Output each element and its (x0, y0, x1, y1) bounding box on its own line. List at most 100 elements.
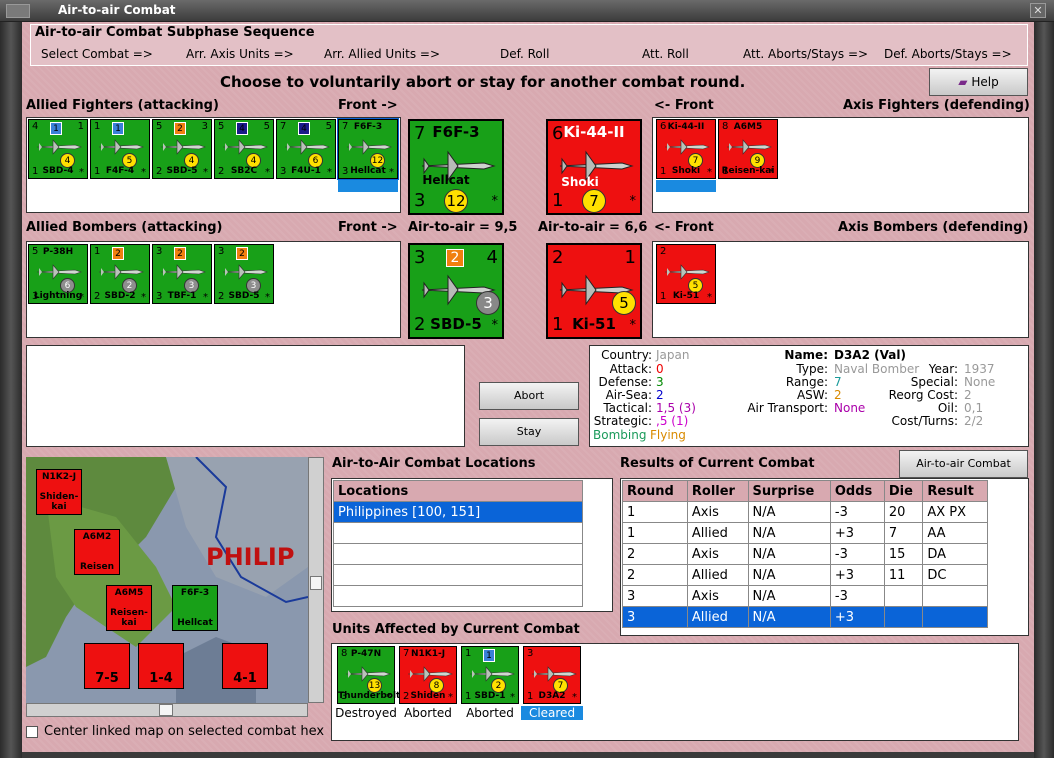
locations-header: Locations (333, 480, 583, 502)
results-cell: Allied (686, 606, 749, 628)
strategic-value: ,5 (1) (656, 414, 689, 428)
location-row-selected[interactable]: Philippines [100, 151] (333, 501, 583, 523)
allied-bomber-counter[interactable]: 3 2 3 3 * TBF-1 (152, 244, 212, 304)
map-unit-f6f3[interactable]: F6F-3 Hellcat (172, 585, 218, 631)
axis-bomber-front-counter[interactable]: 2 1 1 * 5 Ki-51 (546, 243, 642, 339)
results-cell: N/A (747, 585, 831, 607)
affected-unit-counter[interactable]: 8 P-47N 13 3 * Thunderbolt (337, 646, 401, 704)
results-row[interactable]: 1 Allied N/A +3 7 AA (622, 522, 988, 544)
counter-badge: 1 (483, 649, 495, 662)
cost-label: Cost/Turns: (891, 414, 958, 428)
results-cell: AX PX (922, 501, 988, 523)
allied-bomber-counter[interactable]: 5 P-38H 6 3 * Lightning (28, 244, 88, 304)
results-cell: N/A (747, 501, 831, 523)
counter-name: SB2C (230, 166, 258, 176)
map-hscroll-thumb[interactable] (159, 704, 173, 716)
map-unit-name: Reisen-kai (110, 608, 148, 628)
close-icon[interactable]: ✕ (1030, 3, 1046, 18)
counter-attack: 5 (156, 121, 163, 132)
allied-bomber-counter[interactable]: 1 2 2 2 * SBD-2 (90, 244, 150, 304)
results-row[interactable]: 3 Axis N/A -3 (622, 585, 988, 607)
allied-fighter-counter[interactable]: 5 3 2 4 2 * SBD-5 (152, 119, 212, 179)
affected-unit-status: Aborted (466, 706, 514, 720)
results-row[interactable]: 2 Axis N/A -3 15 DA (622, 543, 988, 565)
special-label: Special: (910, 375, 958, 389)
results-row[interactable]: 3 Allied N/A +3 (622, 606, 988, 628)
allied-fighters-label: Allied Fighters (attacking) (26, 98, 219, 113)
axis-fighter-counter[interactable]: 8 A6M5 9 1 * Reisen-kai (718, 119, 778, 179)
allied-fighter-counter[interactable]: 1 1 5 1 * F4F-4 (90, 119, 150, 179)
map-unit-type: N1K2-J (41, 472, 77, 482)
counter-name: Hellcat (350, 166, 386, 176)
results-row[interactable]: 2 Allied N/A +3 11 DC (622, 564, 988, 586)
location-row[interactable] (333, 522, 583, 544)
allied-fighter-front-counter[interactable]: 7 3 * 12 F6F-3 Hellcat (408, 119, 504, 215)
counter-badge: 2 (236, 247, 248, 260)
locations-title: Air-to-Air Combat Locations (332, 456, 536, 471)
defense-label: Defense: (598, 375, 652, 389)
center-map-checkbox[interactable] (26, 726, 38, 738)
stay-button[interactable]: Stay (479, 418, 579, 446)
location-row[interactable] (333, 543, 583, 565)
affected-unit-counter[interactable]: 7 N1K1-J 8 2 * Shiden (399, 646, 457, 704)
allied-fighter-counter[interactable]: 5 5 4 4 2 * SB2C (214, 119, 274, 179)
results-cell: N/A (747, 522, 831, 544)
reorg-label: Reorg Cost: (888, 388, 958, 402)
axis-bomber-counter[interactable]: 2 5 1 * Ki-51 (656, 244, 716, 304)
right-frame (1034, 22, 1054, 758)
counter-attack: 2 (552, 247, 564, 268)
map-vscroll-thumb[interactable] (310, 576, 322, 590)
axis-fighter-front-counter[interactable]: 6 1 * 7 Ki-44-II Shoki (546, 119, 642, 215)
counter-badge: 2 (446, 249, 464, 267)
map-corps-2[interactable]: 1-4 (138, 643, 184, 689)
step-att-roll: Att. Roll (642, 47, 689, 61)
affected-unit-counter[interactable]: 3 7 1 * D3A2 (523, 646, 581, 704)
location-row[interactable] (333, 564, 583, 586)
counter-name: Shoki (671, 166, 701, 176)
counter-name: Thunderbolt (338, 691, 401, 701)
year-value: 1937 (964, 362, 995, 376)
plane-icon (664, 139, 710, 155)
help-button[interactable]: ▰ Help (929, 68, 1028, 96)
asw-value: 2 (834, 388, 842, 402)
counter-attack: 3 (414, 247, 426, 268)
counter-defense: 3 (414, 190, 426, 211)
results-cell: Allied (686, 564, 749, 586)
counter-badge: 1 (112, 122, 124, 135)
results-row[interactable]: 1 Axis N/A -3 20 AX PX (622, 501, 988, 523)
allied-bomber-front-counter[interactable]: 3 4 2 * 2 3 SBD-5 (408, 243, 504, 339)
locations-table: Locations Philippines [100, 151] (333, 480, 583, 607)
allied-fighter-counter[interactable]: 4 1 1 4 1 * SBD-4 (28, 119, 88, 179)
map-horizontal-scrollbar[interactable] (26, 703, 308, 717)
map-unit-a6m5[interactable]: A6M5 Reisen-kai (106, 585, 152, 631)
subphase-heading: Air-to-air Combat Subphase Sequence (35, 25, 315, 40)
name-value: D3A2 (Val) (834, 348, 906, 362)
window-menu-icon[interactable] (6, 4, 30, 18)
results-cell: AA (922, 522, 988, 544)
map-corps-3[interactable]: 4-1 (222, 643, 268, 689)
plane-icon (160, 139, 206, 155)
results-cell: N/A (747, 564, 831, 586)
allied-fighter-counter[interactable]: 7 F6F-3 12 3 * Hellcat (337, 118, 399, 180)
map-corps-1[interactable]: 7-5 (84, 643, 130, 689)
linked-map[interactable]: PHILIP N1K2-J Shiden-kai A6M2 Reisen A6M5 R… (26, 457, 308, 703)
abort-button[interactable]: Abort (479, 382, 579, 410)
map-unit-n1k2j[interactable]: N1K2-J Shiden-kai (36, 469, 82, 515)
attack-value: 0 (656, 362, 664, 376)
axis-bombers-label: Axis Bombers (defending) (838, 220, 1029, 235)
allied-bomber-counter[interactable]: 3 2 3 2 * SBD-5 (214, 244, 274, 304)
asw-label: ASW: (796, 388, 828, 402)
title-bar: Air-to-air Combat ✕ (0, 0, 1054, 22)
results-header: Surprise (747, 480, 831, 502)
main-window: Air-to-air Combat ✕ Air-to-air Combat Su… (0, 0, 1054, 758)
front-label-axis-bombers: <- Front (654, 220, 714, 235)
results-cell: +3 (829, 606, 885, 628)
combat-chart-button[interactable]: Air-to-air Combat Chart (899, 450, 1028, 496)
location-row[interactable] (333, 585, 583, 607)
allied-fighter-counter[interactable]: 7 5 4 6 3 * F4U-1 (276, 119, 336, 179)
affected-unit-counter[interactable]: 1 1 2 1 * SBD-1 (461, 646, 519, 704)
map-vertical-scrollbar[interactable] (308, 457, 324, 703)
axis-fighter-counter[interactable]: 6 Ki-44-II 7 1 * Shoki (656, 119, 716, 179)
map-unit-a6m2[interactable]: A6M2 Reisen (74, 529, 120, 575)
bombing-tag: Bombing (593, 428, 647, 442)
